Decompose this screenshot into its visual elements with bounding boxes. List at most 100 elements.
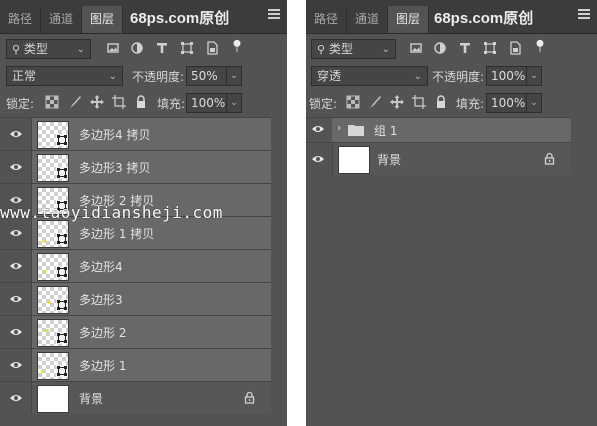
layer-name: 多边形4 bbox=[79, 260, 123, 274]
group-row-body: › 组 1 bbox=[332, 118, 571, 142]
layer-row-background[interactable]: 背景 bbox=[306, 142, 571, 175]
filter-toggle-icon[interactable] bbox=[533, 39, 547, 53]
smart-object-filter-icon[interactable] bbox=[205, 41, 219, 55]
panel-tab-bar: 路径 通道 图层 68ps.com原创 bbox=[0, 0, 287, 34]
layer-row[interactable]: 多边形 1 bbox=[0, 348, 271, 381]
filter-toggle-icon[interactable] bbox=[230, 39, 244, 53]
visibility-toggle[interactable] bbox=[0, 382, 31, 414]
layer-name: 多边形3 拷贝 bbox=[79, 161, 151, 175]
visibility-toggle[interactable] bbox=[306, 143, 332, 175]
layer-row-body: 多边形4 拷贝 bbox=[31, 118, 271, 150]
layer-thumbnail bbox=[37, 385, 69, 413]
layer-row[interactable]: 多边形4 拷贝 bbox=[0, 117, 271, 150]
layer-row[interactable]: 多边形3 bbox=[0, 282, 271, 315]
opacity-input[interactable]: 100% bbox=[486, 66, 530, 86]
brand-text: 68ps.com原创 bbox=[434, 10, 534, 27]
layer-row[interactable]: 多边形3 拷贝 bbox=[0, 150, 271, 183]
lock-transparent-pixels-icon[interactable] bbox=[346, 95, 360, 109]
shape-preview-dot bbox=[41, 370, 44, 373]
lock-label: 锁定: bbox=[6, 97, 35, 111]
chevron-right-icon[interactable]: › bbox=[337, 121, 341, 134]
lock-image-pixels-icon[interactable] bbox=[368, 95, 382, 109]
visibility-toggle[interactable] bbox=[0, 349, 31, 381]
tab-layers[interactable]: 图层 bbox=[82, 6, 124, 33]
layer-row-body: 多边形3 拷贝 bbox=[31, 151, 271, 183]
filter-kind-select[interactable]: ⚲ 类型 ⌄ bbox=[311, 39, 396, 59]
tab-paths[interactable]: 路径 bbox=[0, 6, 42, 33]
image-filter-icon[interactable] bbox=[409, 41, 423, 55]
chevron-down-icon: ⌄ bbox=[108, 71, 117, 82]
eye-icon bbox=[312, 156, 324, 162]
lock-image-pixels-icon[interactable] bbox=[68, 95, 82, 109]
opacity-input[interactable]: 50% bbox=[186, 66, 230, 86]
visibility-toggle[interactable] bbox=[0, 283, 31, 315]
watermark-text: www.taoyidiansheji.com bbox=[0, 203, 223, 222]
lock-transparent-pixels-icon[interactable] bbox=[45, 95, 59, 109]
smart-object-filter-icon[interactable] bbox=[508, 41, 522, 55]
layer-row-body: 背景 bbox=[332, 143, 571, 175]
visibility-toggle[interactable] bbox=[0, 316, 31, 348]
layer-name: 多边形3 bbox=[79, 293, 123, 307]
fill-input[interactable]: 100% bbox=[186, 93, 230, 113]
fill-dropdown-icon[interactable]: ⌄ bbox=[226, 93, 242, 113]
chevron-down-icon: ⌄ bbox=[76, 44, 85, 55]
visibility-toggle[interactable] bbox=[0, 250, 31, 282]
type-filter-icon[interactable] bbox=[155, 41, 169, 55]
folder-icon bbox=[348, 125, 364, 136]
layer-name: 多边形4 拷贝 bbox=[79, 128, 151, 142]
layer-row[interactable]: 多边形 2 bbox=[0, 315, 271, 348]
visibility-toggle[interactable] bbox=[0, 118, 31, 150]
filter-kind-label: 类型 bbox=[328, 42, 353, 56]
tab-paths[interactable]: 路径 bbox=[306, 6, 348, 33]
tab-layers[interactable]: 图层 bbox=[388, 6, 430, 33]
lock-position-icon[interactable] bbox=[390, 95, 404, 109]
opacity-dropdown-icon[interactable]: ⌄ bbox=[526, 66, 542, 86]
blend-mode-value: 正常 bbox=[12, 69, 37, 83]
blend-mode-select[interactable]: 穿透 ⌄ bbox=[311, 66, 428, 86]
adjustment-filter-icon[interactable] bbox=[433, 41, 447, 55]
visibility-toggle[interactable] bbox=[306, 118, 332, 142]
chevron-down-icon: ⌄ bbox=[413, 71, 422, 82]
visibility-toggle[interactable] bbox=[0, 151, 31, 183]
opacity-label: 不透明度: bbox=[132, 70, 185, 84]
shape-layer-icon bbox=[56, 365, 68, 377]
panel-menu-icon[interactable] bbox=[578, 9, 590, 19]
filter-kind-select[interactable]: ⚲ 类型 ⌄ bbox=[6, 39, 91, 59]
layer-name: 背景 bbox=[377, 153, 402, 167]
fill-dropdown-icon[interactable]: ⌄ bbox=[526, 93, 542, 113]
layer-name: 背景 bbox=[79, 392, 104, 406]
type-filter-icon[interactable] bbox=[458, 41, 472, 55]
layers-panel-right: 路径 通道 图层 68ps.com原创 ⚲ 类型 ⌄ 穿透 ⌄ 不透明度: 10… bbox=[306, 0, 597, 426]
search-icon: ⚲ bbox=[317, 43, 326, 56]
search-icon: ⚲ bbox=[12, 43, 21, 56]
shape-preview-dot bbox=[48, 301, 51, 304]
shape-preview-dot bbox=[46, 329, 49, 332]
lock-position-icon[interactable] bbox=[90, 95, 104, 109]
eye-icon bbox=[10, 329, 22, 335]
shape-layer-icon bbox=[56, 266, 68, 278]
layer-group-row[interactable]: › 组 1 bbox=[306, 117, 571, 142]
opacity-dropdown-icon[interactable]: ⌄ bbox=[226, 66, 242, 86]
panel-menu-icon[interactable] bbox=[268, 9, 280, 19]
layer-row-body: 多边形4 bbox=[31, 250, 271, 282]
lock-artboard-icon[interactable] bbox=[412, 95, 426, 109]
lock-all-icon[interactable] bbox=[434, 95, 448, 109]
eye-icon bbox=[10, 263, 22, 269]
eye-icon bbox=[10, 395, 22, 401]
shape-filter-icon[interactable] bbox=[180, 41, 194, 55]
fill-input[interactable]: 100% bbox=[486, 93, 530, 113]
tab-channels[interactable]: 通道 bbox=[347, 6, 389, 33]
eye-icon bbox=[10, 164, 22, 170]
shape-filter-icon[interactable] bbox=[483, 41, 497, 55]
layer-row-background[interactable]: 背景 bbox=[0, 381, 271, 414]
lock-artboard-icon[interactable] bbox=[112, 95, 126, 109]
blend-mode-select[interactable]: 正常 ⌄ bbox=[6, 66, 123, 86]
layer-row[interactable]: 多边形4 bbox=[0, 249, 271, 282]
group-name: 组 1 bbox=[374, 124, 398, 138]
shape-layer-icon bbox=[56, 134, 68, 146]
adjustment-filter-icon[interactable] bbox=[130, 41, 144, 55]
lock-icon bbox=[544, 152, 555, 165]
tab-channels[interactable]: 通道 bbox=[41, 6, 83, 33]
image-filter-icon[interactable] bbox=[106, 41, 120, 55]
lock-all-icon[interactable] bbox=[134, 95, 148, 109]
